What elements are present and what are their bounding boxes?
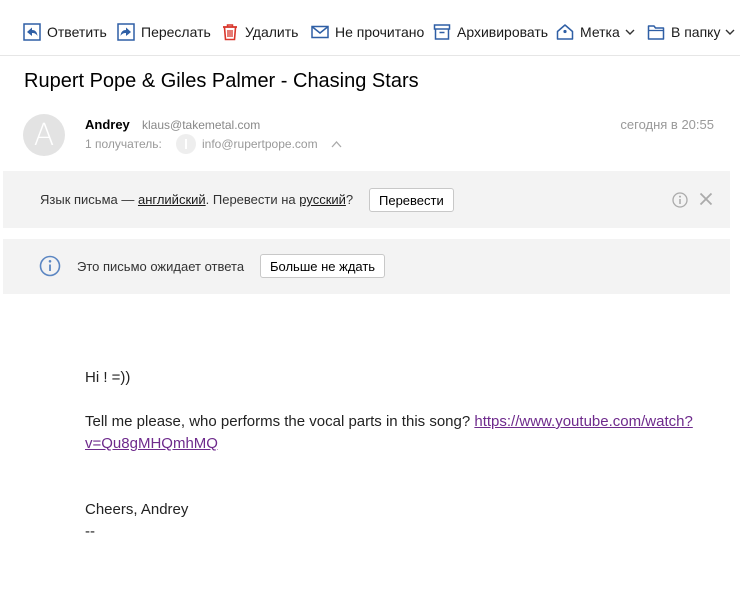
delete-label: Удалить [245, 24, 299, 40]
reply-icon [23, 23, 41, 41]
toolbar: Ответить Переслать Удалить Не прочитано … [0, 0, 740, 56]
chevron-down-icon [625, 29, 635, 35]
unread-label: Не прочитано [335, 24, 425, 40]
archive-label: Архивировать [457, 24, 549, 40]
trash-icon [223, 24, 237, 41]
close-icon[interactable] [699, 192, 713, 206]
source-language-link[interactable]: английский [138, 192, 206, 207]
translate-suffix: ? [345, 192, 354, 207]
label-dropdown[interactable]: Метка [556, 22, 635, 42]
label-label: Метка [580, 24, 620, 40]
translate-bar: Язык письма — английский. Перевести на р… [3, 171, 730, 228]
recipient-avatar-icon [176, 134, 196, 154]
sender-name[interactable]: Andrey [85, 117, 130, 132]
info-icon [39, 255, 61, 277]
folder-icon [647, 25, 665, 40]
sender-avatar[interactable]: A [23, 114, 65, 156]
chevron-down-icon [725, 29, 735, 35]
envelope-icon [311, 25, 329, 39]
info-icon[interactable] [672, 192, 688, 208]
translate-button[interactable]: Перевести [369, 188, 454, 212]
archive-icon [433, 24, 451, 40]
tag-icon [556, 24, 574, 40]
reply-label: Ответить [47, 24, 107, 40]
youtube-link-continuation[interactable]: v=Qu8gMHQmhMQ [85, 435, 218, 452]
target-language-link[interactable]: русский [299, 192, 346, 207]
body-greeting: Hi ! =)) [85, 369, 131, 386]
body-question: Tell me please, who performs the vocal p… [85, 413, 693, 430]
body-signoff: Cheers, Andrey [85, 501, 189, 518]
translate-prefix: Язык письма — [40, 192, 138, 207]
forward-label: Переслать [141, 24, 211, 40]
recipients-label: 1 получатель: [85, 137, 162, 151]
sender-email[interactable]: klaus@takemetal.com [142, 118, 260, 132]
awaiting-reply-text: Это письмо ожидает ответа [77, 259, 245, 274]
translate-text: Язык письма — английский. Перевести на р… [40, 192, 353, 207]
reply-button[interactable]: Ответить [23, 22, 107, 42]
youtube-link[interactable]: https://www.youtube.com/watch? [474, 413, 692, 430]
mark-unread-button[interactable]: Не прочитано [311, 22, 424, 42]
message-date: сегодня в 20:55 [620, 117, 714, 132]
message-subject: Rupert Pope & Giles Palmer - Chasing Sta… [24, 70, 419, 92]
archive-button[interactable]: Архивировать [433, 22, 548, 42]
stop-waiting-button[interactable]: Больше не ждать [260, 254, 386, 278]
forward-icon [117, 23, 135, 41]
folder-label: В папку [671, 24, 721, 40]
delete-button[interactable]: Удалить [221, 22, 298, 42]
signature-separator: -- [85, 523, 95, 540]
body-link-continuation: v=Qu8gMHQmhMQ [85, 435, 218, 452]
translate-middle: . Перевести на [205, 192, 300, 207]
question-text: Tell me please, who performs the vocal p… [85, 413, 475, 430]
awaiting-reply-bar: Это письмо ожидает ответа Больше не ждат… [3, 239, 730, 294]
avatar-letter: A [33, 117, 55, 153]
forward-button[interactable]: Переслать [117, 22, 211, 42]
chevron-up-icon[interactable] [331, 140, 342, 148]
recipient-email[interactable]: info@rupertpope.com [202, 137, 318, 151]
move-to-folder-dropdown[interactable]: В папку [647, 22, 735, 42]
